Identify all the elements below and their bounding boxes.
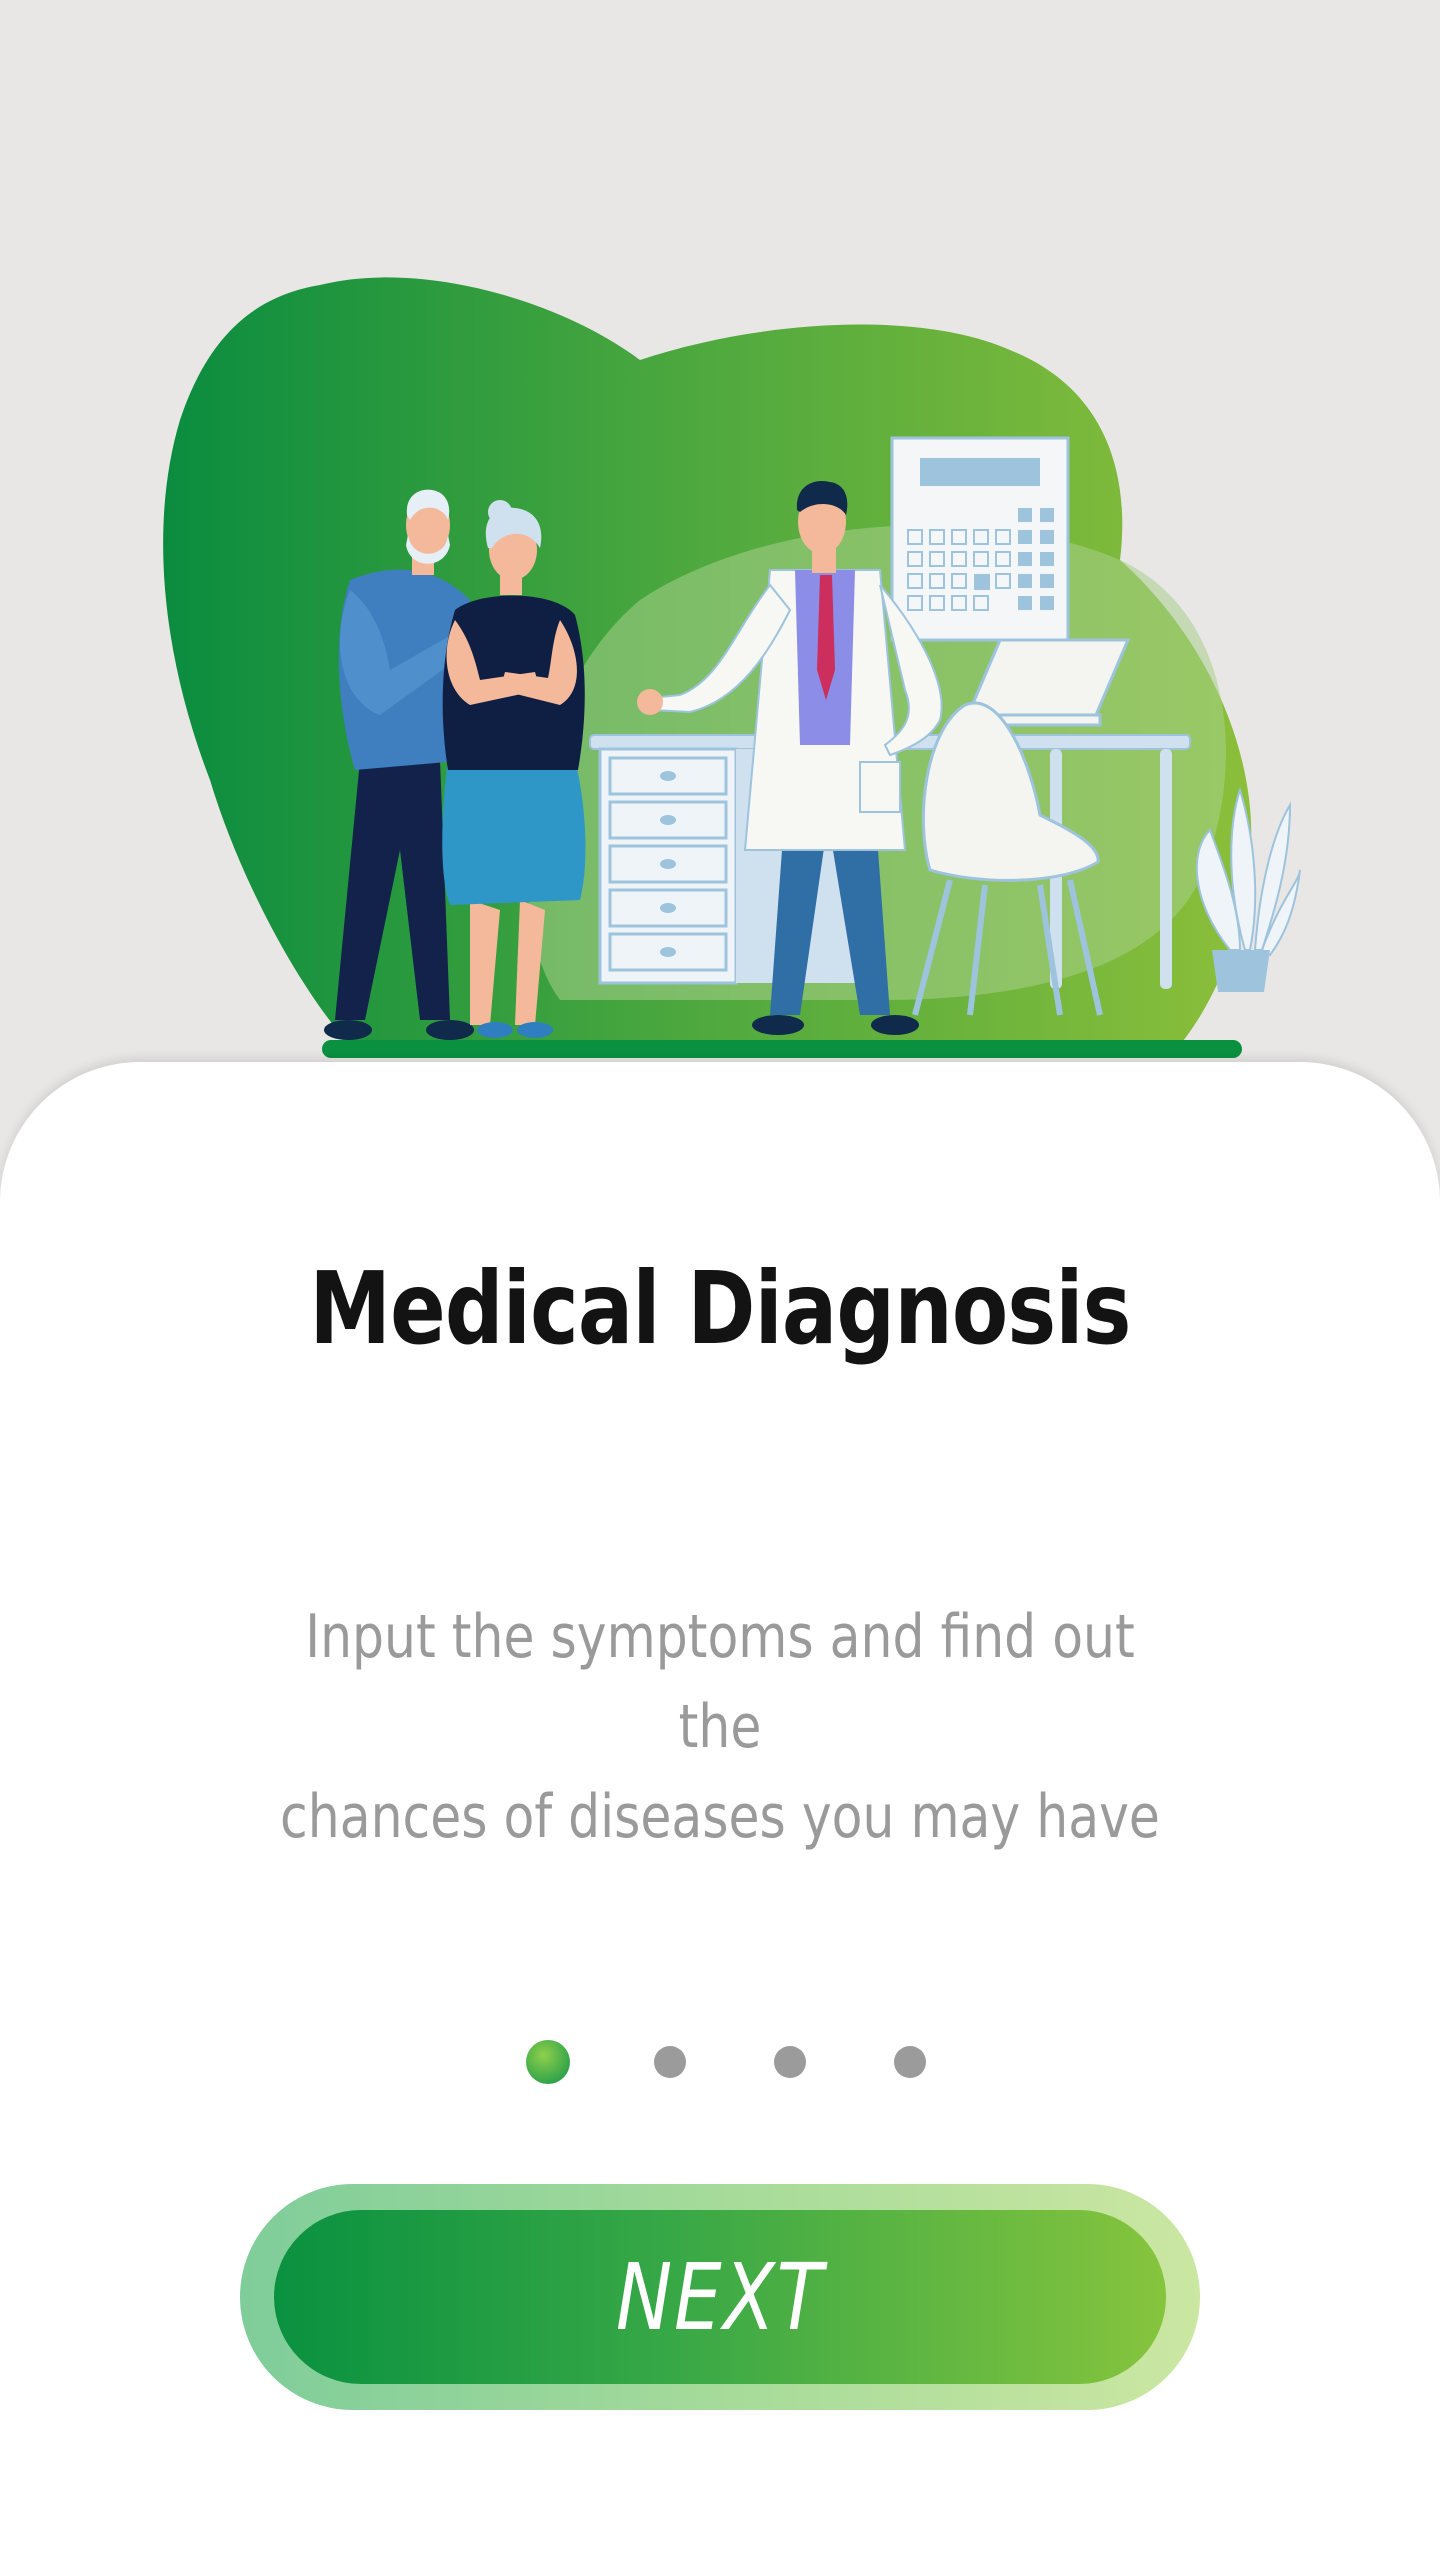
pagination-dot-1-active[interactable] <box>526 2040 570 2084</box>
pagination-dots <box>526 2038 926 2084</box>
onboarding-description: Input the symptoms and find out the chan… <box>258 1592 1182 1862</box>
next-button[interactable]: NEXT <box>274 2210 1166 2384</box>
page-title: Medical Diagnosis <box>309 1250 1131 1367</box>
ground-line <box>322 1040 1242 1058</box>
pagination-dot-4[interactable] <box>894 2046 926 2078</box>
pagination-dot-3[interactable] <box>774 2046 806 2078</box>
next-button-label: NEXT <box>615 2243 825 2351</box>
pagination-dot-2[interactable] <box>654 2046 686 2078</box>
calendar-poster <box>890 436 1070 642</box>
description-line-2: chances of diseases you may have <box>280 1782 1160 1852</box>
description-line-1: Input the symptoms and find out the <box>305 1602 1135 1762</box>
next-button-ring: NEXT <box>240 2184 1200 2410</box>
hero-illustration <box>0 0 1440 1080</box>
